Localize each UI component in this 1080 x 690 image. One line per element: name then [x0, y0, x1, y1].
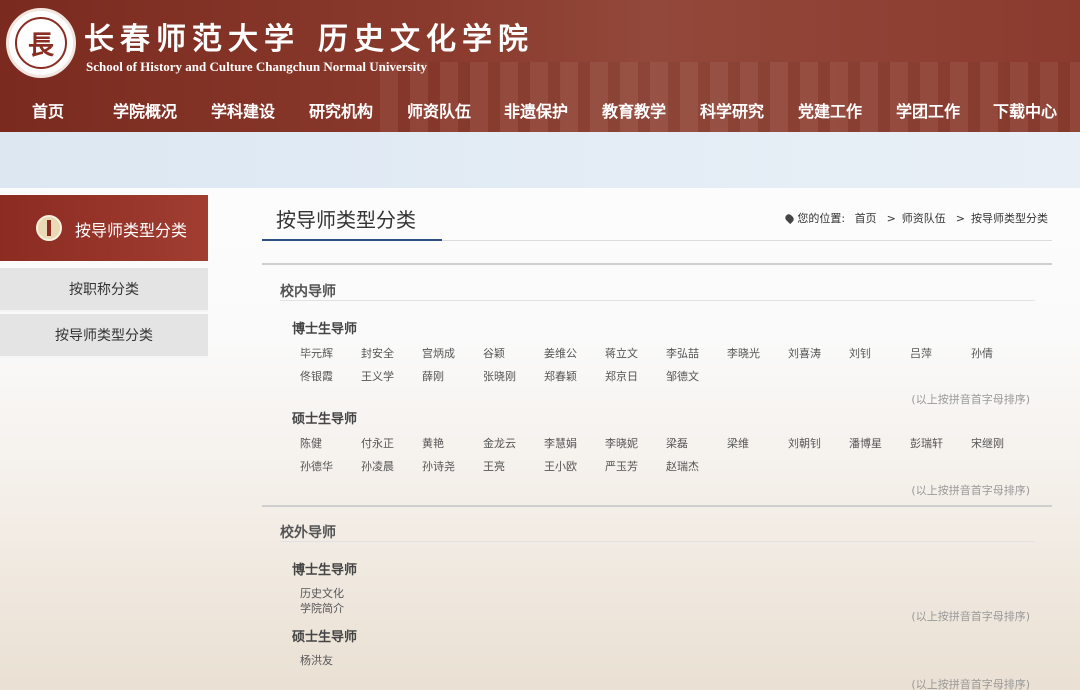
name-entry[interactable]: 彭瑞轩	[910, 435, 943, 451]
section-rule	[280, 541, 1035, 542]
name-entry[interactable]: 孙凌晨	[361, 458, 394, 474]
name-entry[interactable]: 薛刚	[422, 368, 444, 384]
nav-item-teaching[interactable]: 教育教学	[602, 98, 666, 122]
sort-note: (以上按拼音首字母排序)	[911, 678, 1030, 690]
name-entry[interactable]: 学院简介	[300, 600, 344, 616]
name-entry[interactable]: 杨洪友	[300, 652, 333, 668]
name-entry[interactable]: 严玉芳	[605, 458, 638, 474]
site-header: 長 长春师范大学 历史文化学院 School of History and Cul…	[0, 0, 1080, 132]
name-entry[interactable]: 李晓妮	[605, 435, 638, 451]
brand-title-en: School of History and Culture Changchun …	[86, 59, 428, 74]
section-divider	[262, 505, 1052, 507]
logo-glyph: 長	[27, 31, 54, 61]
name-entry[interactable]: 吕萍	[910, 345, 932, 361]
school-name-cn: 历史文化学院	[318, 22, 534, 57]
breadcrumb-faculty[interactable]: 师资队伍	[902, 212, 946, 225]
name-entry[interactable]: 李慧娟	[544, 435, 577, 451]
banner-strip	[0, 132, 1080, 188]
name-entry[interactable]: 李晓光	[727, 345, 760, 361]
group-title-masters: 硕士生导师	[292, 412, 358, 427]
name-entry[interactable]: 邹德文	[666, 368, 699, 384]
location-pin-icon	[784, 212, 796, 225]
name-entry[interactable]: 历史文化	[300, 585, 344, 601]
section-rule	[280, 300, 1035, 301]
compass-icon	[36, 215, 62, 241]
name-entry[interactable]: 宫炳成	[422, 345, 455, 361]
brand-title-cn: 长春师范大学 历史文化学院	[84, 14, 534, 57]
name-entry[interactable]: 毕元辉	[300, 345, 333, 361]
breadcrumb-current[interactable]: 按导师类型分类	[971, 212, 1048, 225]
sort-note: (以上按拼音首字母排序)	[911, 393, 1030, 406]
nav-item-heritage[interactable]: 非遗保护	[504, 98, 568, 122]
name-entry[interactable]: 封安全	[361, 345, 394, 361]
name-entry[interactable]: 郑春颖	[544, 368, 577, 384]
nav-item-disciplines[interactable]: 学科建设	[211, 98, 275, 122]
breadcrumb-separator: >	[886, 212, 896, 225]
name-entry[interactable]: 刘钊	[849, 345, 871, 361]
university-logo[interactable]: 長	[6, 8, 76, 78]
group-title-doctoral: 博士生导师	[292, 322, 358, 337]
nav-item-home[interactable]: 首页	[32, 98, 64, 122]
nav-item-overview[interactable]: 学院概况	[113, 98, 177, 122]
university-name-cn: 长春师范大学	[84, 22, 300, 57]
main-nav: 首页 学院概况 学科建设 研究机构 师资队伍 非遗保护 教育教学 科学研究 党建…	[0, 88, 1080, 132]
name-entry[interactable]: 李弘喆	[666, 345, 699, 361]
breadcrumb-home[interactable]: 首页	[855, 212, 877, 225]
name-entry[interactable]: 姜维公	[544, 345, 577, 361]
sidebar-header-label: 按导师类型分类	[75, 221, 188, 240]
name-entry[interactable]: 潘博星	[849, 435, 882, 451]
section-title-external: 校外导师	[280, 525, 336, 541]
name-entry[interactable]: 梁磊	[666, 435, 688, 451]
sidebar-item-by-title[interactable]: 按职称分类	[0, 268, 208, 312]
sidebar-item-by-supervisor-type[interactable]: 按导师类型分类	[0, 314, 208, 358]
sort-note: (以上按拼音首字母排序)	[911, 484, 1030, 497]
name-entry[interactable]: 谷颖	[483, 345, 505, 361]
nav-item-research[interactable]: 科学研究	[700, 98, 764, 122]
name-entry[interactable]: 孙德华	[300, 458, 333, 474]
name-entry[interactable]: 付永正	[361, 435, 394, 451]
name-entry[interactable]: 梁维	[727, 435, 749, 451]
breadcrumb-prefix: 您的位置:	[797, 212, 846, 225]
breadcrumb: 您的位置: 首页 > 师资队伍 > 按导师类型分类	[784, 210, 1048, 226]
nav-item-student-affairs[interactable]: 学团工作	[896, 98, 960, 122]
name-entry[interactable]: 宋继刚	[971, 435, 1004, 451]
nav-item-party[interactable]: 党建工作	[798, 98, 862, 122]
name-entry[interactable]: 王亮	[483, 458, 505, 474]
nav-item-research-institutes[interactable]: 研究机构	[309, 98, 373, 122]
name-entry[interactable]: 蒋立文	[605, 345, 638, 361]
name-entry[interactable]: 金龙云	[483, 435, 516, 451]
name-entry[interactable]: 王义学	[361, 368, 394, 384]
name-entry[interactable]: 张晓刚	[483, 368, 516, 384]
sort-note: (以上按拼音首字母排序)	[911, 610, 1030, 623]
breadcrumb-separator: >	[955, 212, 965, 225]
name-entry[interactable]: 陈健	[300, 435, 322, 451]
group-title-doctoral: 博士生导师	[292, 563, 358, 578]
name-entry[interactable]: 赵瑞杰	[666, 458, 699, 474]
group-title-masters: 硕士生导师	[292, 630, 358, 645]
section-title-internal: 校内导师	[280, 284, 336, 300]
name-entry[interactable]: 郑京日	[605, 368, 638, 384]
name-entry[interactable]: 孙诗尧	[422, 458, 455, 474]
sidebar-header: 按导师类型分类	[0, 195, 208, 261]
nav-item-faculty[interactable]: 师资队伍	[407, 98, 471, 122]
name-entry[interactable]: 王小欧	[544, 458, 577, 474]
name-entry[interactable]: 孙倩	[971, 345, 993, 361]
nav-item-downloads[interactable]: 下载中心	[993, 98, 1057, 122]
title-underline	[262, 239, 442, 241]
name-entry[interactable]: 黄艳	[422, 435, 444, 451]
name-entry[interactable]: 刘朝钊	[788, 435, 821, 451]
page-title: 按导师类型分类	[276, 208, 416, 232]
name-entry[interactable]: 刘喜涛	[788, 345, 821, 361]
section-divider	[262, 263, 1052, 265]
name-entry[interactable]: 佟银霞	[300, 368, 333, 384]
